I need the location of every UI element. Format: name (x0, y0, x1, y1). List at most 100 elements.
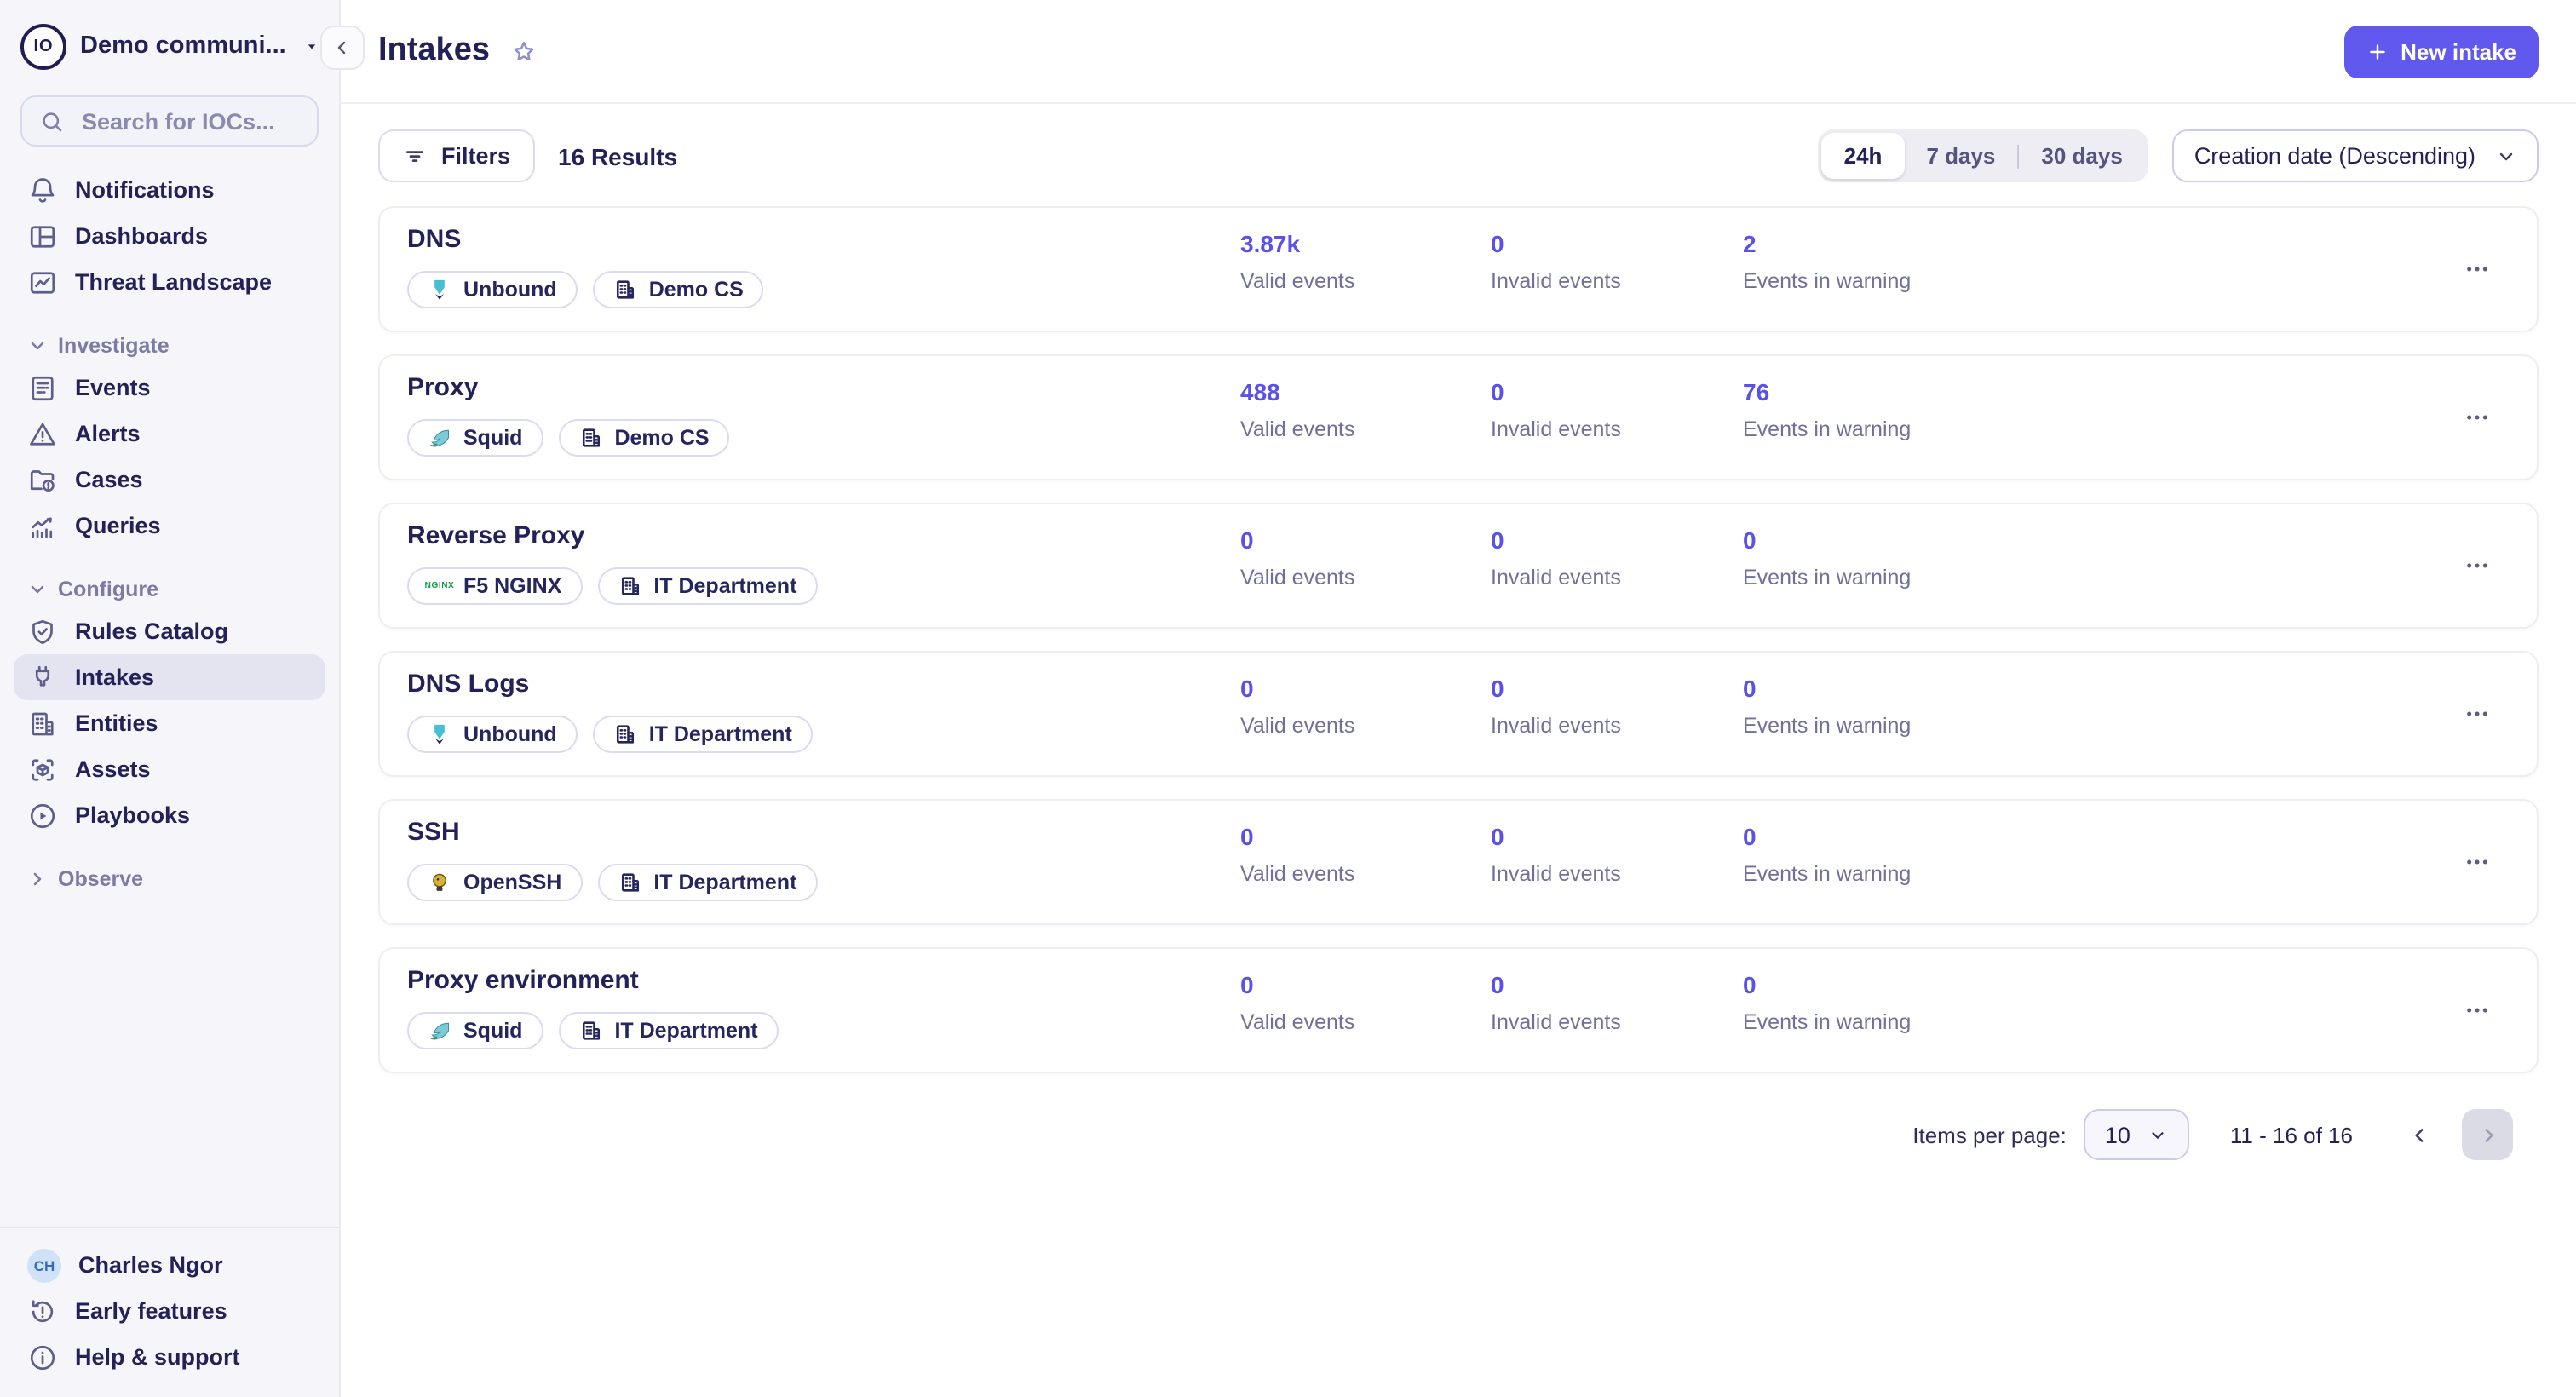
row-actions-button[interactable] (2458, 843, 2496, 881)
time-range-7-days[interactable]: 7 days (1904, 133, 2017, 179)
entity-badge-label: Demo CS (614, 426, 709, 450)
workspace-selector[interactable]: IO Demo communi... (0, 20, 339, 72)
invalid-events-stat: 0 Invalid events (1491, 378, 1746, 441)
invalid-events-count[interactable]: 0 (1491, 526, 1746, 554)
results-count: 16 Results (558, 142, 677, 170)
user-menu[interactable]: CH Charles Ngor (14, 1242, 325, 1288)
row-actions-button[interactable] (2458, 992, 2496, 1029)
building-badge-icon (613, 722, 637, 746)
main-content: Intakes New intake Filters 16 Results 24… (341, 0, 2576, 1397)
building-badge-icon (618, 574, 641, 598)
favorite-star-icon[interactable] (510, 37, 539, 66)
user-name: Charles Ngor (78, 1252, 223, 1278)
sort-dropdown[interactable]: Creation date (Descending) (2172, 129, 2539, 182)
warning-events-count[interactable]: 0 (1743, 675, 1998, 702)
intake-row-dns-logs[interactable]: DNS LogsUnboundIT Department0Valid event… (378, 651, 2539, 777)
row-actions-button[interactable] (2458, 250, 2496, 288)
sidebar-item-notifications[interactable]: Notifications (14, 167, 325, 213)
sidebar-item-alerts[interactable]: Alerts (14, 411, 325, 457)
intake-row-proxy[interactable]: Proxy Squid Demo CS 488 Valid events 0 Invalid… (378, 354, 2539, 480)
intake-badges: SquidIT Department (407, 1012, 779, 1049)
queries-icon (27, 510, 58, 541)
valid-events-count[interactable]: 0 (1240, 675, 1496, 702)
row-actions-button[interactable] (2458, 399, 2496, 436)
sidebar-item-dashboards[interactable]: Dashboards (14, 213, 325, 259)
invalid-events-count[interactable]: 0 (1491, 378, 1746, 405)
valid-events-count[interactable]: 3.87k (1240, 230, 1496, 257)
intake-name[interactable]: DNS (407, 225, 461, 254)
valid-events-label: Valid events (1240, 862, 1496, 886)
search-input[interactable] (78, 106, 300, 135)
intake-name[interactable]: SSH (407, 818, 460, 847)
invalid-events-count[interactable]: 0 (1491, 971, 1746, 998)
format-badge-label: Squid (463, 426, 522, 450)
layout-icon (27, 221, 58, 251)
sidebar-item-rules-catalog[interactable]: Rules Catalog (14, 608, 325, 654)
sidebar-item-label: Entities (75, 710, 158, 736)
invalid-events-count[interactable]: 0 (1491, 823, 1746, 850)
new-intake-button[interactable]: New intake (2344, 25, 2539, 78)
items-per-page-value: 10 (2105, 1122, 2130, 1147)
intake-name[interactable]: DNS Logs (407, 670, 529, 698)
warning-events-count[interactable]: 76 (1743, 378, 1998, 405)
sidebar-item-help-support[interactable]: Help & support (14, 1334, 325, 1380)
sidebar-item-playbooks[interactable]: Playbooks (14, 792, 325, 838)
row-actions-button[interactable] (2458, 547, 2496, 584)
intake-row-dns[interactable]: DNSUnboundDemo CS3.87kValid events0Inval… (378, 206, 2539, 332)
sidebar-item-events[interactable]: Events (14, 365, 325, 411)
invalid-events-label: Invalid events (1491, 417, 1746, 441)
sidebar-item-cases[interactable]: Cases (14, 457, 325, 503)
sidebar-item-queries[interactable]: Queries (14, 503, 325, 549)
valid-events-count[interactable]: 0 (1240, 526, 1496, 554)
items-per-page-select[interactable]: 10 (2084, 1109, 2189, 1160)
intake-badges: UnboundDemo CS (407, 271, 764, 308)
previous-page-button[interactable] (2397, 1112, 2441, 1157)
invalid-events-count[interactable]: 0 (1491, 230, 1746, 257)
filters-button[interactable]: Filters (378, 129, 534, 182)
sidebar-item-entities[interactable]: Entities (14, 700, 325, 746)
warning-events-count[interactable]: 0 (1743, 971, 1998, 998)
intake-row-reverse-proxy[interactable]: Reverse ProxyNGINXF5 NGINXIT Department0… (378, 503, 2539, 629)
intake-name[interactable]: Proxy environment (407, 966, 639, 995)
sidebar-item-threat-landscape[interactable]: Threat Landscape (14, 259, 325, 305)
sidebar-section-observe[interactable]: Observe (14, 860, 325, 898)
sidebar-item-label: Playbooks (75, 802, 190, 828)
sidebar-item-early-features[interactable]: Early features (14, 1288, 325, 1334)
warning-events-count[interactable]: 0 (1743, 526, 1998, 554)
warning-events-label: Events in warning (1743, 1010, 1998, 1034)
valid-events-count[interactable]: 0 (1240, 823, 1496, 850)
format-badge-label: OpenSSH (463, 871, 561, 894)
chevron-left-icon (332, 37, 353, 58)
warning-events-stat: 76Events in warning (1743, 378, 1998, 441)
page-header: Intakes New intake (341, 0, 2576, 104)
sidebar-item-label: Intakes (75, 664, 154, 690)
next-page-button[interactable] (2462, 1109, 2513, 1160)
sidebar-item-assets[interactable]: Assets (14, 746, 325, 792)
invalid-events-stat: 0Invalid events (1491, 971, 1746, 1034)
warning-events-count[interactable]: 0 (1743, 823, 1998, 850)
sidebar-footer-items: Early featuresHelp & support (14, 1288, 325, 1380)
sidebar-item-intakes[interactable]: Intakes (14, 654, 325, 700)
intake-row-ssh[interactable]: SSHOpenSSHIT Department0Valid events0Inv… (378, 799, 2539, 925)
row-actions-button[interactable] (2458, 695, 2496, 733)
sidebar-footer: CH Charles Ngor Early featuresHelp & sup… (0, 1227, 339, 1380)
intake-name[interactable]: Reverse Proxy (407, 521, 585, 550)
filters-label: Filters (441, 143, 510, 169)
intake-row-proxy-environment[interactable]: Proxy environmentSquidIT Department0Vali… (378, 947, 2539, 1073)
time-range-30-days[interactable]: 30 days (2019, 133, 2144, 179)
sidebar-section-configure[interactable]: Configure (14, 571, 325, 608)
format-badge-label: Unbound (463, 278, 557, 302)
warning-events-count[interactable]: 2 (1743, 230, 1998, 257)
valid-events-count[interactable]: 0 (1240, 971, 1496, 998)
warning-events-label: Events in warning (1743, 269, 1998, 293)
valid-events-label: Valid events (1240, 417, 1496, 441)
valid-events-count[interactable]: 488 (1240, 378, 1496, 405)
invalid-events-count[interactable]: 0 (1491, 675, 1746, 702)
intake-name[interactable]: Proxy (407, 373, 478, 402)
sidebar-collapse-button[interactable] (320, 26, 365, 70)
format-badge-label: Unbound (463, 722, 557, 746)
sidebar-section-investigate[interactable]: Investigate (14, 327, 325, 365)
sidebar-item-label: Notifications (75, 177, 215, 203)
time-range-24h[interactable]: 24h (1822, 133, 1905, 179)
entity-badge: IT Department (597, 864, 817, 901)
